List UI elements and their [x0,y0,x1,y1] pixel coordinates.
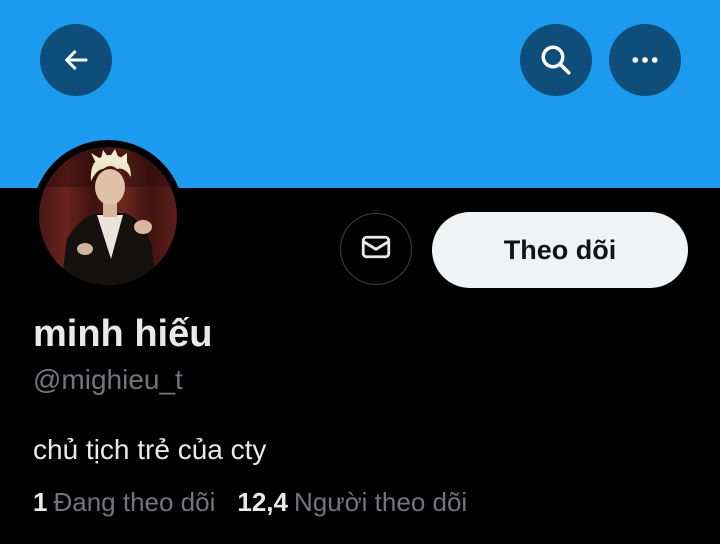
more-horizontal-icon [627,42,663,78]
follow-stats: 1 Đang theo dõi 12,4 Người theo dõi [33,484,467,520]
envelope-icon [358,229,394,270]
following-stat[interactable]: 1 Đang theo dõi [33,484,215,520]
message-button[interactable] [340,213,412,285]
search-icon [538,42,574,78]
followers-label: Người theo dõi [293,487,468,517]
follow-button[interactable]: Theo dõi [432,212,688,288]
followers-stat[interactable]: 12,4 Người theo dõi [237,484,467,520]
following-label: Đang theo dõi [53,487,216,517]
back-button[interactable] [40,24,112,96]
username-handle: @mighieu_t [33,364,183,395]
more-options-button[interactable] [609,24,681,96]
followers-count: 12,4 [237,487,288,517]
avatar[interactable] [39,147,177,285]
search-button[interactable] [520,24,592,96]
profile-page: Theo dõi minh hiếu @mighieu_t chủ tịch t… [0,0,720,544]
avatar-frame [32,140,184,292]
display-name: minh hiếu [33,313,213,355]
profile-bio: chủ tịch trẻ của cty [33,434,267,465]
arrow-left-icon [61,45,91,75]
following-count: 1 [33,487,48,517]
